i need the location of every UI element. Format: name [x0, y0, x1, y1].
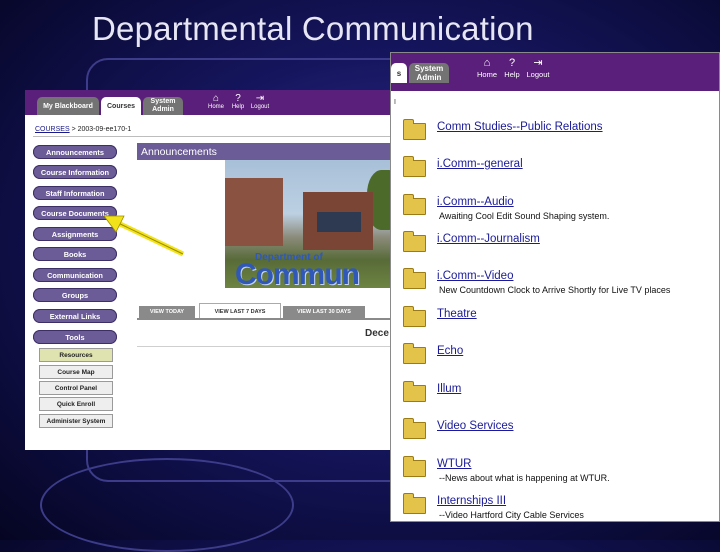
folder-link[interactable]: WTUR [437, 458, 472, 470]
folder-icon [403, 493, 426, 514]
folder-icon [403, 231, 426, 252]
folder-description: New Countdown Clock to Arrive Shortly fo… [439, 285, 671, 295]
folder-link[interactable]: Internships III [437, 495, 506, 507]
folder-panel-screenshot: s System Admin ⌂ Home ? Help ⇥ Logout I … [390, 52, 720, 522]
folder-icon [403, 268, 426, 289]
folder-icon [403, 156, 426, 177]
help-link[interactable]: ? Help [499, 57, 525, 79]
logout-link[interactable]: ⇥ Logout [525, 57, 551, 79]
home-link[interactable]: ⌂ Home [474, 57, 500, 79]
folder-link[interactable]: i.Comm--Video [437, 270, 513, 282]
help-icon: ? [508, 57, 516, 69]
folder-link[interactable]: i.Comm--Audio [437, 196, 514, 208]
folder-icon [403, 381, 426, 402]
folder-link[interactable]: i.Comm--Journalism [437, 233, 540, 245]
folder-description: --Video Hartford City Cable Services [439, 510, 584, 520]
folder-link[interactable]: Video Services [437, 420, 514, 432]
folder-icon [403, 306, 426, 327]
folder-icon [403, 194, 426, 215]
folder-icon [403, 119, 426, 140]
home-icon: ⌂ [483, 57, 491, 69]
folder-icon [403, 456, 426, 477]
folder-icon [403, 418, 426, 439]
folder-link[interactable]: Illum [437, 383, 461, 395]
folder-icon [403, 343, 426, 364]
folder-description: --News about what is happening at WTUR. [439, 473, 610, 483]
page-marker: I [394, 99, 396, 106]
logout-icon: ⇥ [533, 57, 543, 69]
folder-link[interactable]: Comm Studies--Public Relations [437, 121, 603, 133]
tab-system-admin[interactable]: System Admin [409, 63, 449, 83]
folder-link[interactable]: Theatre [437, 308, 477, 320]
folder-link[interactable]: Echo [437, 345, 463, 357]
folder-panel-top-bar: s System Admin ⌂ Home ? Help ⇥ Logout [391, 53, 719, 91]
folder-link[interactable]: i.Comm--general [437, 158, 523, 170]
folder-description: Awaiting Cool Edit Sound Shaping system. [439, 211, 610, 221]
tab-courses-partial[interactable]: s [391, 63, 407, 83]
